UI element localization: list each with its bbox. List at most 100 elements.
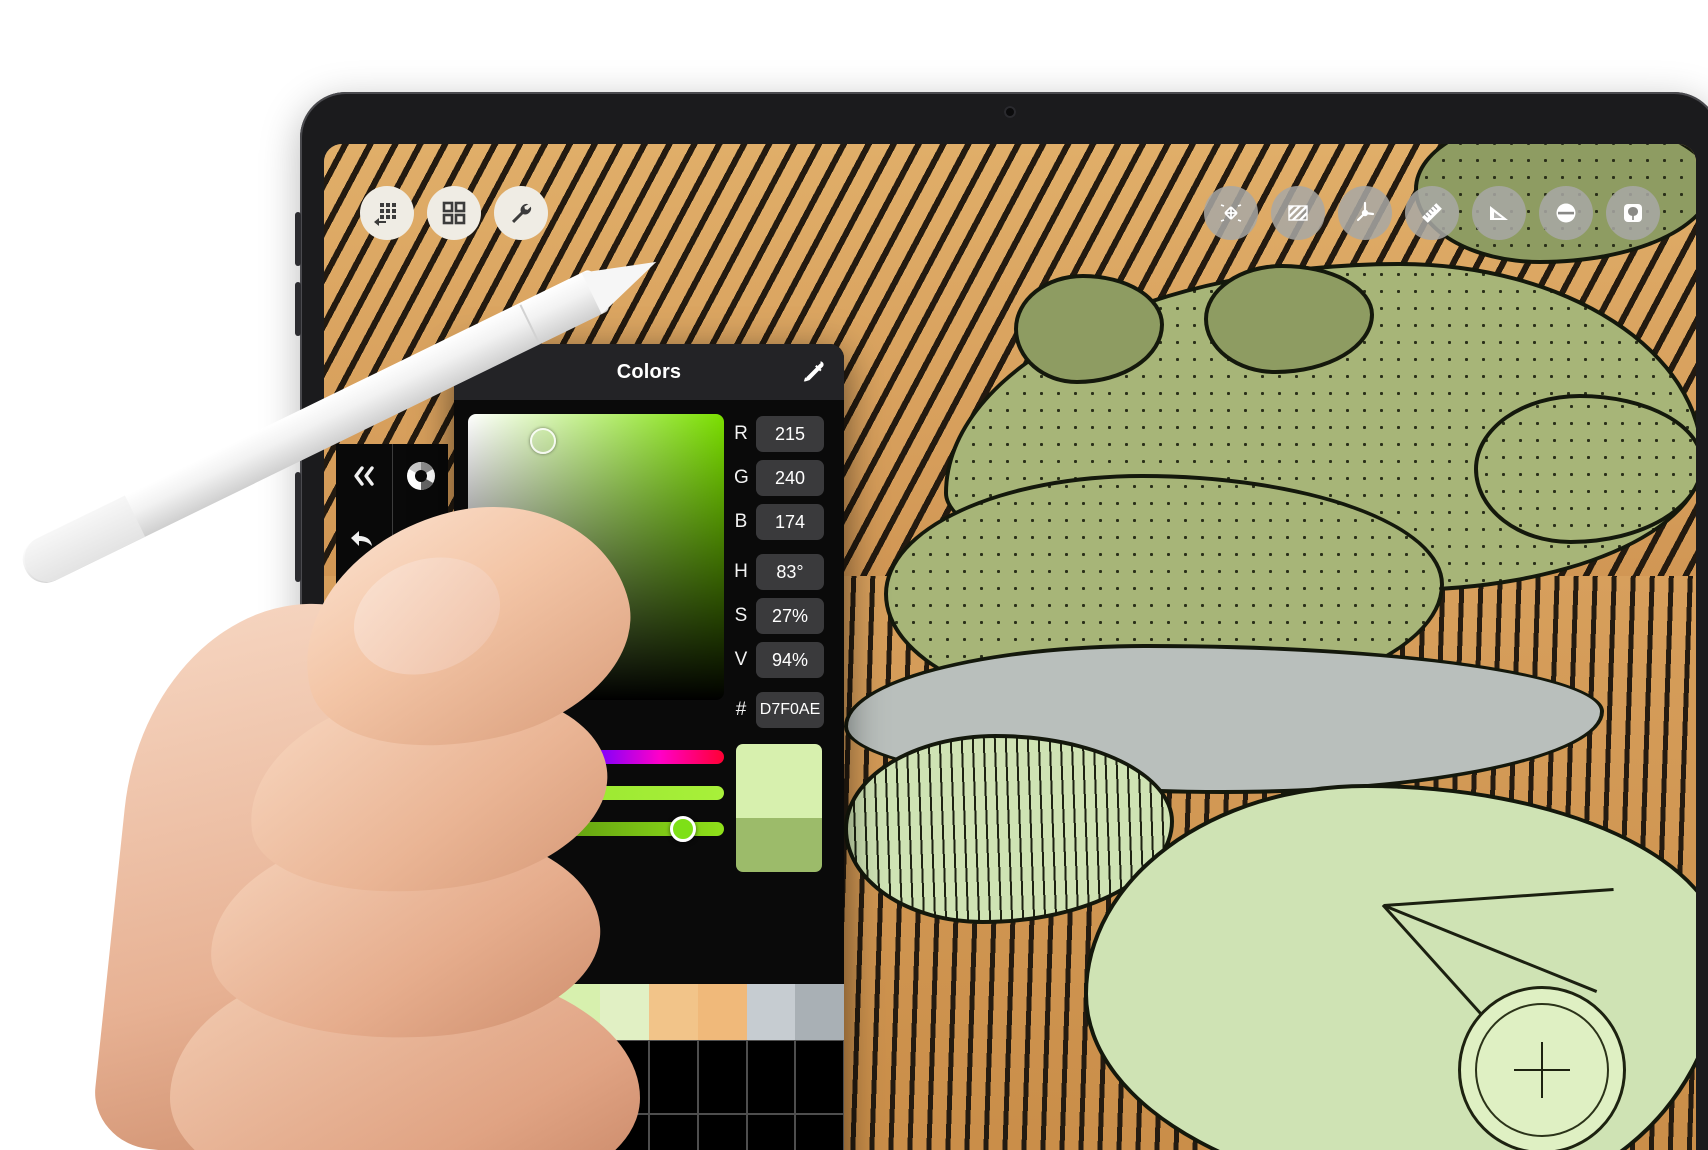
palette-swatch[interactable]	[600, 984, 649, 1040]
redo-arrow-icon[interactable]	[344, 584, 384, 624]
tree-stamp-icon[interactable]	[1606, 186, 1660, 240]
palette-empty-cell[interactable]	[649, 1114, 698, 1150]
color-target-reticle[interactable]	[1458, 986, 1626, 1150]
value-slider-knob[interactable]	[670, 816, 697, 842]
hatch-fill-icon[interactable]	[1271, 186, 1325, 240]
value-hex[interactable]: D7F0AE	[756, 692, 824, 728]
palette-empty-cell[interactable]	[551, 1114, 601, 1150]
palette-empty-cell[interactable]	[795, 1114, 844, 1150]
color-previous-swatch	[736, 817, 822, 872]
label-v: V	[734, 649, 748, 670]
palette-empty-cell[interactable]	[649, 1040, 698, 1114]
double-chevron-left-icon[interactable]	[344, 456, 384, 496]
field-row-r: R 215	[734, 416, 824, 452]
label-hex: #	[735, 699, 747, 720]
toolbar-right	[1204, 186, 1660, 240]
ellipse-icon[interactable]	[1539, 186, 1593, 240]
move-transform-icon[interactable]	[1204, 186, 1258, 240]
brush-pen-icon[interactable]	[401, 520, 441, 560]
brush-size-preview[interactable]	[343, 648, 385, 688]
vanishing-point-icon[interactable]	[1338, 186, 1392, 240]
reticle-crosshair-v	[1541, 1042, 1543, 1098]
field-row-h: H 83°	[734, 554, 824, 590]
palette-empty-cell[interactable]	[551, 1040, 601, 1114]
palette-empty-cell[interactable]	[697, 1114, 747, 1150]
label-g: G	[734, 467, 749, 488]
label-b: B	[734, 511, 748, 532]
volume-up-button[interactable]	[295, 212, 301, 266]
palette-swatch[interactable]	[697, 984, 747, 1040]
current-color-swatch[interactable]	[398, 648, 443, 688]
wrench-icon[interactable]	[494, 186, 548, 240]
panel-title: Colors	[616, 360, 682, 383]
four-squares-icon[interactable]	[427, 186, 481, 240]
label-s: S	[734, 605, 748, 626]
palette-swatch[interactable]	[454, 984, 503, 1040]
brush-dot-icon	[360, 664, 368, 672]
label-h: H	[734, 561, 748, 582]
picker-handle[interactable]	[530, 428, 556, 454]
value-s[interactable]: 27%	[756, 598, 824, 634]
tool-rail	[336, 444, 448, 939]
color-value-fields: R 215 G 240 B 174 H 83° S 27% V 94% # D7…	[734, 414, 824, 728]
palette-swatch[interactable]	[502, 984, 552, 1040]
eyedropper-icon[interactable]	[796, 355, 830, 389]
saturation-value-square[interactable]	[468, 414, 724, 700]
color-picker-row: R 215 G 240 B 174 H 83° S 27% V 94% # D7…	[454, 400, 844, 728]
toolbar-left	[360, 186, 548, 240]
chevron-up-icon[interactable]	[401, 584, 441, 624]
colors-panel-header: Colors	[454, 344, 844, 400]
field-row-g: G 240	[734, 460, 824, 496]
color-compare[interactable]	[736, 744, 822, 872]
palette-empty-cell[interactable]	[746, 1040, 796, 1114]
palette-empty-cell[interactable]	[454, 1114, 503, 1150]
gallery-grid-icon[interactable]	[360, 186, 414, 240]
value-g[interactable]: 240	[756, 460, 824, 496]
palette-grid	[454, 1040, 844, 1150]
palette-empty-cell[interactable]	[746, 1114, 796, 1150]
undo-arrow-icon[interactable]	[344, 520, 384, 560]
field-row-hex: # D7F0AE	[734, 692, 824, 728]
tool-rail-column-a	[336, 444, 392, 939]
color-sliders	[468, 744, 724, 872]
label-r: R	[734, 423, 748, 444]
volume-down-button[interactable]	[295, 282, 301, 336]
pencil-flat-edge	[17, 495, 146, 590]
saturation-slider[interactable]	[468, 786, 724, 800]
palette-empty-cell[interactable]	[454, 1040, 503, 1114]
field-row-s: S 27%	[734, 598, 824, 634]
ipad-device: Colors R 215 G 240 B 174 H 83° S 27% V 9…	[295, 92, 1708, 1150]
field-row-v: V 94%	[734, 642, 824, 678]
value-v[interactable]: 94%	[756, 642, 824, 678]
hue-slider[interactable]	[468, 750, 724, 764]
ruler-icon[interactable]	[1405, 186, 1459, 240]
value-slider[interactable]	[468, 816, 724, 842]
front-camera	[1004, 106, 1016, 118]
colors-panel: Colors R 215 G 240 B 174 H 83° S 27% V 9…	[454, 344, 844, 1150]
sliders-wrap	[454, 728, 844, 872]
palette-empty-cell[interactable]	[697, 1040, 747, 1114]
triangle-icon[interactable]	[1472, 186, 1526, 240]
palette-swatch[interactable]	[746, 984, 796, 1040]
palette-empty-cell[interactable]	[600, 1114, 649, 1150]
color-wheel-icon[interactable]	[401, 456, 441, 496]
palette-strip	[454, 984, 844, 1040]
palette-empty-cell[interactable]	[502, 1040, 552, 1114]
palette-grid-row	[454, 1040, 844, 1114]
ipad-screen: Colors R 215 G 240 B 174 H 83° S 27% V 9…	[324, 144, 1696, 1150]
palette-swatch[interactable]	[649, 984, 698, 1040]
palette-swatch[interactable]	[795, 984, 844, 1040]
field-row-b: B 174	[734, 504, 824, 540]
power-button[interactable]	[295, 472, 301, 582]
palette-swatch[interactable]	[551, 984, 601, 1040]
palette-empty-cell[interactable]	[502, 1114, 552, 1150]
screenshot-root: Colors R 215 G 240 B 174 H 83° S 27% V 9…	[0, 0, 1708, 1150]
palette-empty-cell[interactable]	[795, 1040, 844, 1114]
palette-grid-row	[454, 1114, 844, 1150]
value-b[interactable]: 174	[756, 504, 824, 540]
foliage-shape-8	[1474, 394, 1696, 544]
palette-empty-cell[interactable]	[600, 1040, 649, 1114]
value-r[interactable]: 215	[756, 416, 824, 452]
color-new-swatch	[736, 744, 822, 818]
value-h[interactable]: 83°	[756, 554, 824, 590]
